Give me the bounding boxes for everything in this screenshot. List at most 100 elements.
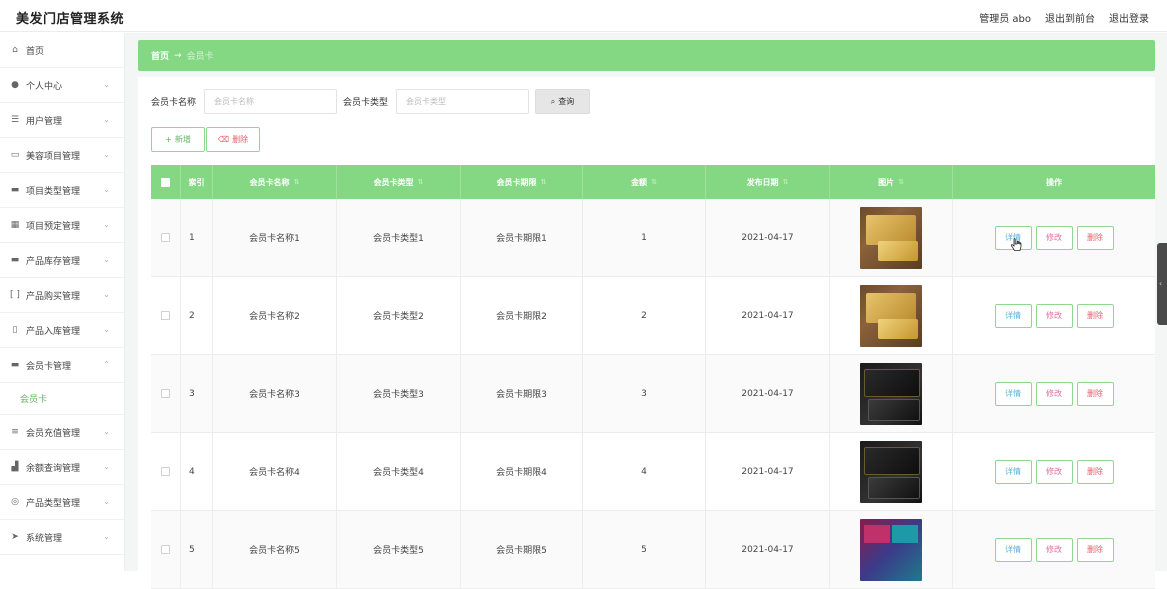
chevron-down-icon: ⌄ [103,185,110,194]
content-panel: 会员卡名称 会员卡名称 会员卡类型 会员卡类型 ⌕ 查询 + 新增 ⌫ 删除 索… [138,77,1155,589]
cell-date: 2021-04-17 [706,355,830,432]
col-image[interactable]: 图片 ⇅ [830,165,953,199]
sidebar-item-label: 个人中心 [26,81,63,92]
chevron-down-icon: ⌄ [103,115,110,124]
cell-amount: 2 [583,277,706,354]
detail-button[interactable]: 详情 [994,303,1032,328]
batch-delete-button-label: 删除 [232,135,249,144]
breadcrumb-arrow: → [174,50,182,61]
cell-type: 会员卡类型5 [337,511,461,588]
bracket-icon: [ ] [10,290,20,300]
actions-row: + 新增 ⌫ 删除 [151,127,260,152]
chevron-down-icon: ⌄ [103,427,110,436]
sidebar-item-system[interactable]: ➤ 系统管理 ⌄ [0,520,124,555]
sidebar-item-project-booking[interactable]: ▦ 项目预定管理 ⌄ [0,208,124,243]
detail-button[interactable]: 详情 [994,537,1032,562]
sidebar-item-beauty-projects[interactable]: ▭ 美容项目管理 ⌄ [0,138,124,173]
sidebar-item-member-recharge[interactable]: ≡ 会员充值管理 ⌄ [0,415,124,450]
home-icon: ⌂ [12,45,18,55]
batch-delete-button[interactable]: ⌫ 删除 [206,127,260,152]
detail-button[interactable]: 详情 [994,381,1032,406]
submenu-item-member-card[interactable]: 会员卡 [0,383,124,415]
delete-button[interactable]: 删除 [1076,537,1114,562]
member-card-image[interactable] [860,284,922,347]
sidebar-item-product-stock[interactable]: ▬ 产品库存管理 ⌄ [0,243,124,278]
cell-type: 会员卡类型1 [337,199,461,276]
col-index: 索引 [181,165,213,199]
table-row: 1 会员卡名称1 会员卡类型1 会员卡期限1 1 2021-04-17 详情 修… [151,199,1155,277]
row-checkbox[interactable] [161,545,170,554]
sidebar-item-personal[interactable]: ● 个人中心 ⌄ [0,68,124,103]
member-card-image[interactable] [860,206,922,269]
edit-button[interactable]: 修改 [1035,303,1073,328]
delete-button[interactable]: 删除 [1076,303,1114,328]
chevron-down-icon: ⌄ [103,325,110,334]
user-icon: ● [11,80,19,90]
col-amount[interactable]: 金额 ⇅ [583,165,706,199]
sidebar-item-balance-query[interactable]: ▟ 余额查询管理 ⌄ [0,450,124,485]
col-term[interactable]: 会员卡期限 ⇅ [461,165,583,199]
list-icon: ≡ [11,427,19,437]
cell-actions: 详情 修改 删除 [953,511,1155,588]
chevron-down-icon: ⌄ [103,462,110,471]
edit-button[interactable]: 修改 [1035,381,1073,406]
edit-button[interactable]: 修改 [1035,225,1073,250]
member-card-image[interactable] [860,440,922,503]
card-name-input[interactable]: 会员卡名称 [204,89,338,114]
cell-amount: 5 [583,511,706,588]
col-actions: 操作 [953,165,1155,199]
sidebar-item-product-types[interactable]: ◎ 产品类型管理 ⌄ [0,485,124,520]
delete-button[interactable]: 删除 [1076,381,1114,406]
col-name-label: 会员卡名称 [249,177,290,187]
cell-actions: 详情 修改 删除 [953,433,1155,510]
to-front-link[interactable]: 退出到前台 [1045,10,1095,25]
col-name[interactable]: 会员卡名称 ⇅ [213,165,337,199]
row-checkbox[interactable] [161,467,170,476]
chevron-down-icon: ⌄ [103,290,110,299]
cell-date: 2021-04-17 [706,433,830,510]
member-card-image[interactable] [860,362,922,425]
cell-image [830,433,953,510]
table-header: 索引 会员卡名称 ⇅ 会员卡类型 ⇅ 会员卡期限 ⇅ 金额 ⇅ 发布日期 ⇅ 图片 ⇅ 操作 [151,165,1155,199]
logout-link[interactable]: 退出登录 [1109,10,1149,25]
detail-button[interactable]: 详情 [994,459,1032,484]
sidebar-item-label: 项目预定管理 [26,221,81,232]
edit-button[interactable]: 修改 [1035,537,1073,562]
card-type-input[interactable]: 会员卡类型 [396,89,530,114]
cell-name: 会员卡名称1 [213,199,337,276]
row-checkbox[interactable] [161,389,170,398]
col-type[interactable]: 会员卡类型 ⇅ [337,165,461,199]
cell-image [830,199,953,276]
cell-index: 5 [181,511,213,588]
col-date[interactable]: 发布日期 ⇅ [706,165,830,199]
sidebar-item-home[interactable]: ⌂ 首页 [0,33,124,68]
delete-button[interactable]: 删除 [1076,459,1114,484]
add-button[interactable]: + 新增 [151,127,205,152]
row-checkbox[interactable] [161,311,170,320]
cell-date: 2021-04-17 [706,511,830,588]
chat-icon: ▭ [10,150,20,160]
select-all-checkbox[interactable] [161,177,170,187]
sidebar-item-product-inbound[interactable]: ▯ 产品入库管理 ⌄ [0,313,124,348]
row-checkbox-cell [151,199,181,276]
sidebar-item-users[interactable]: ☰ 用户管理 ⌄ [0,103,124,138]
cell-name: 会员卡名称3 [213,355,337,432]
edit-button[interactable]: 修改 [1035,459,1073,484]
member-card-image[interactable] [860,518,922,581]
breadcrumb-home[interactable]: 首页 [151,49,169,62]
col-image-label: 图片 [878,177,895,187]
side-panel-handle[interactable]: ‹ [1157,243,1167,325]
col-type-label: 会员卡类型 [373,177,414,187]
query-button[interactable]: ⌕ 查询 [535,89,591,114]
sidebar-item-label: 产品入库管理 [26,326,81,337]
delete-button[interactable]: 删除 [1076,225,1114,250]
chevron-down-icon: ⌄ [103,80,110,89]
sidebar-item-product-purchase[interactable]: [ ] 产品购买管理 ⌄ [0,278,124,313]
sidebar-item-label: 产品库存管理 [26,256,81,267]
chevron-left-icon: ‹ [1159,279,1163,288]
row-checkbox[interactable] [161,233,170,242]
sidebar-item-member-card[interactable]: ▬ 会员卡管理 ⌃ [0,348,124,383]
sidebar-item-project-types[interactable]: ▬ 项目类型管理 ⌄ [0,173,124,208]
sidebar-item-label: 余额查询管理 [26,463,81,474]
cell-type: 会员卡类型2 [337,277,461,354]
